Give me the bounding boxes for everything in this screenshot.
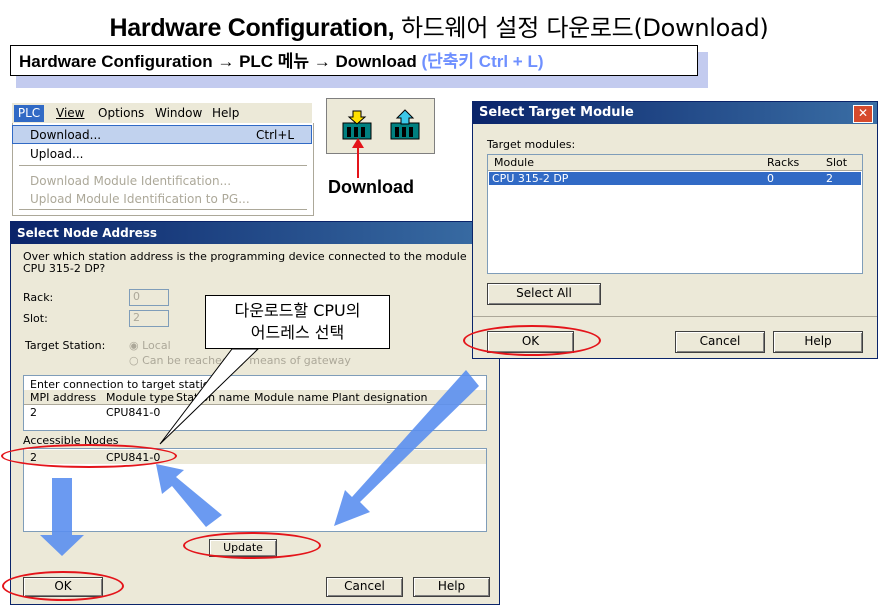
callout-pointer [159,348,260,445]
callout-line1: 다운로드할 CPU의 [234,301,361,320]
highlight-oval-update [183,532,321,559]
highlight-oval-node [1,444,177,468]
arrow-up-left-icon [156,464,222,527]
callout-line2: 어드레스 선택 [250,323,345,342]
arrow-long-icon [334,370,479,526]
callout-box: 다운로드할 CPU의 어드레스 선택 [205,295,390,349]
highlight-oval-node-ok [2,571,124,601]
annotation-overlay [40,348,479,556]
highlight-oval-target-ok [463,325,601,356]
arrow-down-icon [40,478,84,556]
